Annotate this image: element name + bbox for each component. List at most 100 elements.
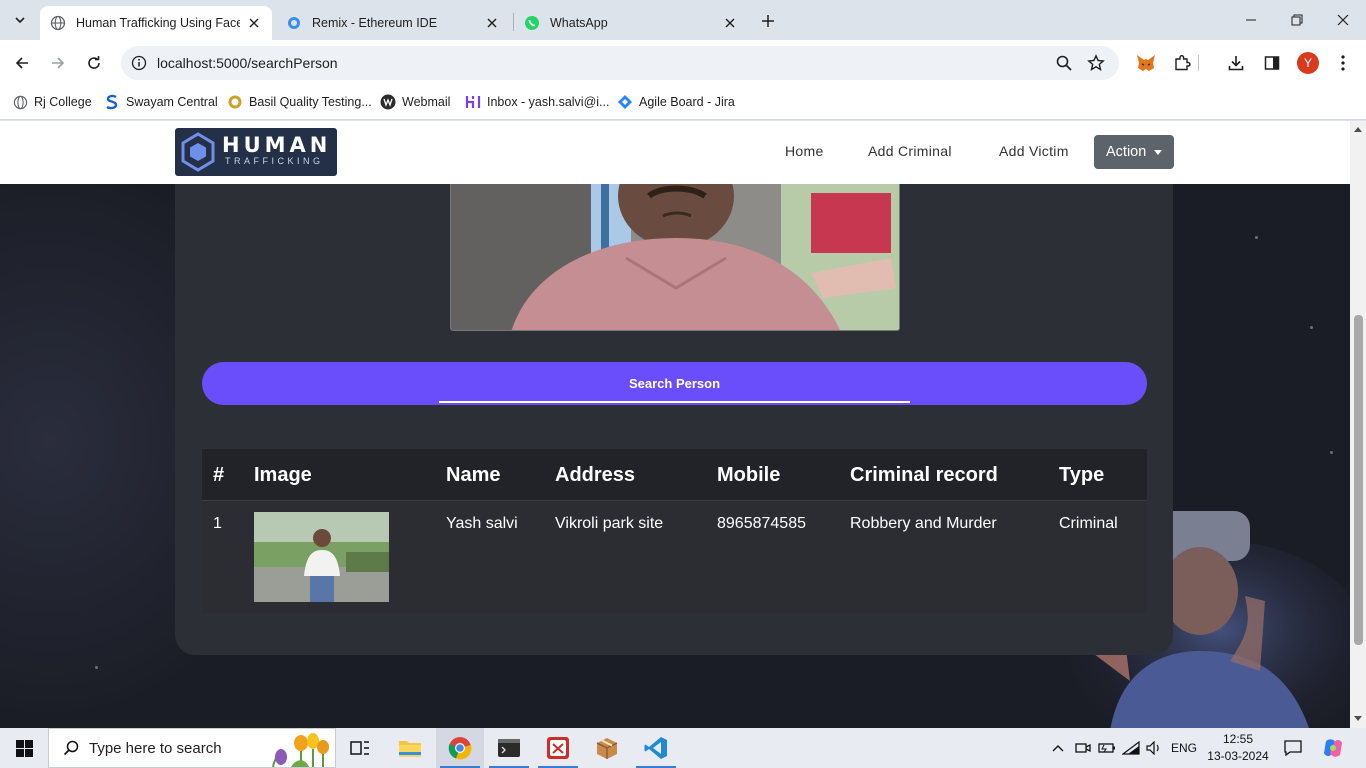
taskbar-app-box[interactable] xyxy=(583,728,631,768)
background-star xyxy=(1310,326,1313,329)
taskbar-search-box[interactable]: Type here to search xyxy=(48,728,336,768)
person-photo-image xyxy=(254,512,389,602)
scroll-down-arrow[interactable] xyxy=(1354,716,1362,721)
cell-index: 1 xyxy=(213,515,222,532)
scroll-up-arrow[interactable] xyxy=(1354,127,1362,132)
tab-strip: Human Trafficking Using Face R Remix - E… xyxy=(0,0,1366,40)
column-header-name: Name xyxy=(446,464,501,486)
cell-type: Criminal xyxy=(1059,515,1118,532)
close-window-button[interactable] xyxy=(1320,0,1366,40)
logo-text-sub: TRAFFICKING xyxy=(225,156,324,166)
tray-network[interactable] xyxy=(1120,728,1142,768)
taskbar-vscode[interactable] xyxy=(632,728,680,768)
tab-search-button[interactable] xyxy=(8,8,32,32)
back-button[interactable] xyxy=(9,50,35,76)
taskbar-app-red[interactable] xyxy=(534,728,582,768)
snipping-tool-icon xyxy=(547,737,569,759)
notification-icon xyxy=(1284,740,1302,756)
tray-copilot[interactable] xyxy=(1318,728,1348,768)
clock-time: 12:55 xyxy=(1222,732,1254,746)
nav-add-criminal[interactable]: Add Criminal xyxy=(868,143,952,159)
taskbar-clock[interactable]: 12:55 13-03-2024 xyxy=(1202,731,1274,765)
folder-icon xyxy=(399,741,421,757)
tulip-flowers-icon xyxy=(272,733,329,767)
bookmark-jira[interactable]: Agile Board - Jira xyxy=(617,92,735,112)
start-button[interactable] xyxy=(0,728,48,768)
new-tab-button[interactable] xyxy=(756,9,780,33)
site-logo[interactable]: HUMAN TRAFFICKING xyxy=(175,128,337,176)
tray-battery[interactable] xyxy=(1096,728,1118,768)
tab-human-trafficking[interactable]: Human Trafficking Using Face R xyxy=(40,6,272,40)
whatsapp-icon xyxy=(525,16,539,30)
bookmark-webmail[interactable]: Webmail xyxy=(380,92,450,112)
metamask-icon xyxy=(1137,55,1155,71)
column-header-criminal-record: Criminal record xyxy=(850,464,998,486)
taskbar-task-view[interactable] xyxy=(336,728,384,768)
site-header: HUMAN TRAFFICKING Home Add Criminal Add … xyxy=(0,121,1350,184)
nav-home[interactable]: Home xyxy=(785,143,824,159)
menu-button[interactable] xyxy=(1331,51,1355,75)
scroll-thumb[interactable] xyxy=(1354,315,1363,645)
close-icon[interactable] xyxy=(722,15,738,31)
page-scrollbar[interactable] xyxy=(1350,121,1366,728)
tab-whatsapp[interactable]: WhatsApp xyxy=(514,6,748,40)
arrow-right-icon xyxy=(52,57,65,69)
extensions-button[interactable] xyxy=(1170,51,1194,75)
taskbar-chrome[interactable] xyxy=(436,728,484,768)
plus-icon xyxy=(762,15,774,27)
restore-button[interactable] xyxy=(1274,0,1320,40)
side-panel-button[interactable] xyxy=(1260,51,1284,75)
background-star xyxy=(1330,451,1333,454)
close-icon[interactable] xyxy=(246,15,262,31)
webcam-image xyxy=(451,178,899,330)
bookmark-star-icon[interactable] xyxy=(1087,54,1105,72)
search-icon xyxy=(63,740,79,756)
column-header-mobile: Mobile xyxy=(717,464,781,486)
page-viewport: HUMAN TRAFFICKING Home Add Criminal Add … xyxy=(0,121,1350,728)
bookmark-rj-college[interactable]: Rj College xyxy=(12,92,92,112)
tray-notifications[interactable] xyxy=(1280,728,1306,768)
column-header-type: Type xyxy=(1059,464,1105,486)
tray-language[interactable]: ENG xyxy=(1166,728,1202,768)
reload-button[interactable] xyxy=(81,50,107,76)
camera-icon xyxy=(1075,743,1091,753)
battery-icon xyxy=(1098,743,1115,753)
bookmark-label: Webmail xyxy=(402,95,451,109)
terminal-icon xyxy=(498,739,520,757)
background-star xyxy=(1255,236,1258,239)
search-person-button[interactable]: Search Person xyxy=(202,362,1147,405)
tray-meet-now[interactable] xyxy=(1072,728,1094,768)
tray-volume[interactable] xyxy=(1143,728,1165,768)
address-bar[interactable]: localhost:5000/searchPerson xyxy=(121,46,1119,80)
metamask-extension[interactable] xyxy=(1134,51,1158,75)
bookmark-label: Basil Quality Testing... xyxy=(249,95,372,109)
windows-taskbar: Type here to search ENG 12:55 13-03-2024 xyxy=(0,728,1366,768)
info-icon[interactable] xyxy=(131,55,147,71)
taskbar-terminal[interactable] xyxy=(485,728,533,768)
reload-icon xyxy=(88,56,100,69)
tab-title: Human Trafficking Using Face R xyxy=(76,16,240,30)
cell-name: Yash salvi xyxy=(446,515,518,532)
bookmark-swayam[interactable]: Swayam Central xyxy=(104,92,218,112)
zoom-icon[interactable] xyxy=(1055,54,1073,72)
taskbar-file-explorer[interactable] xyxy=(386,728,434,768)
profile-avatar[interactable]: Y xyxy=(1297,52,1319,74)
caret-down-icon xyxy=(1154,149,1163,155)
bookmark-basil[interactable]: Basil Quality Testing... xyxy=(227,92,372,112)
close-icon[interactable] xyxy=(484,15,500,31)
cell-criminal-record: Robbery and Murder xyxy=(850,515,997,532)
chevron-up-icon xyxy=(1052,745,1064,752)
bookmark-inbox[interactable]: Inbox - yash.salvi@i... xyxy=(465,92,609,112)
minimize-button[interactable] xyxy=(1228,0,1274,40)
action-dropdown-button[interactable]: Action xyxy=(1094,135,1174,169)
tab-remix[interactable]: Remix - Ethereum IDE xyxy=(276,6,510,40)
forward-button[interactable] xyxy=(45,50,71,76)
downloads-button[interactable] xyxy=(1224,51,1248,75)
download-icon xyxy=(1228,56,1244,71)
tray-show-hidden[interactable] xyxy=(1048,728,1068,768)
nav-add-victim[interactable]: Add Victim xyxy=(999,143,1069,159)
logo-text-main: HUMAN xyxy=(222,133,332,157)
toolbar-divider xyxy=(1198,55,1199,71)
speaker-icon xyxy=(1146,741,1159,755)
remix-icon xyxy=(288,17,300,29)
